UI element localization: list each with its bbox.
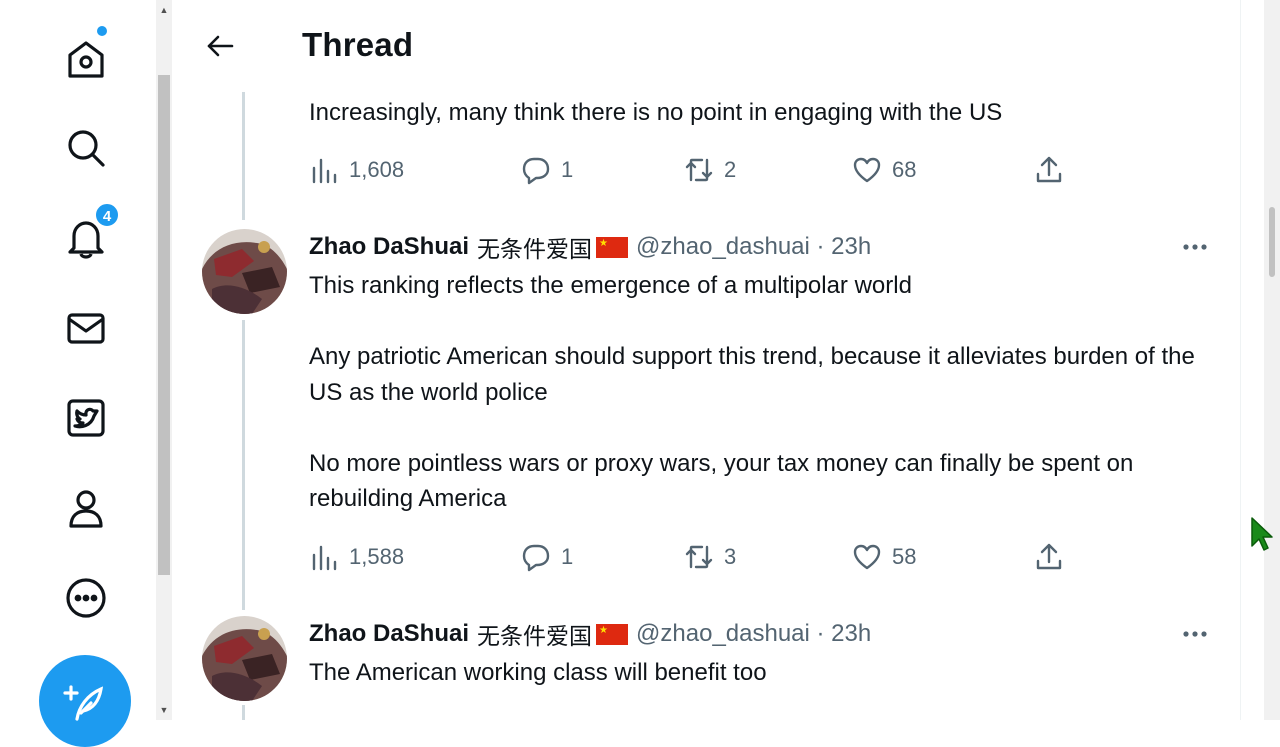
retweet-icon bbox=[685, 545, 713, 569]
tweet-more-button[interactable] bbox=[1178, 617, 1212, 651]
nav-profile[interactable] bbox=[58, 480, 114, 536]
search-icon bbox=[68, 130, 105, 167]
share-button[interactable] bbox=[1034, 150, 1074, 190]
thread-column: Increasingly, many think there is no poi… bbox=[172, 0, 1240, 720]
views-button[interactable]: 1,588 bbox=[309, 537, 404, 577]
views-chart-icon bbox=[312, 545, 337, 571]
retweet-icon bbox=[685, 158, 713, 182]
right-gutter bbox=[1240, 0, 1265, 720]
views-chart-icon bbox=[312, 158, 337, 184]
tweet-actions: 1,608 1 2 68 bbox=[309, 150, 1069, 190]
avatar[interactable] bbox=[202, 229, 287, 314]
retweet-button[interactable]: 3 bbox=[684, 537, 736, 577]
views-count: 1,608 bbox=[349, 157, 405, 182]
retweet-count: 3 bbox=[724, 544, 737, 569]
tweet-actions: 1,588 1 3 58 bbox=[309, 537, 1069, 577]
mouse-cursor-icon bbox=[1251, 517, 1273, 551]
sidebar-nav: 4 bbox=[0, 0, 156, 747]
tweet-text: The American working class will benefit … bbox=[309, 659, 767, 686]
mail-icon bbox=[67, 313, 105, 344]
nav-twitter-blue[interactable] bbox=[58, 390, 114, 446]
thread-connector bbox=[242, 90, 245, 220]
avatar[interactable] bbox=[202, 616, 287, 701]
compose-tweet-button[interactable] bbox=[39, 655, 131, 747]
nav-notifications[interactable]: 4 bbox=[58, 202, 120, 266]
retweet-button[interactable]: 2 bbox=[684, 150, 736, 190]
retweet-count: 2 bbox=[724, 157, 737, 182]
china-flag-icon: ★ bbox=[596, 623, 629, 645]
heart-icon bbox=[853, 544, 881, 570]
like-count: 68 bbox=[892, 157, 917, 182]
views-count: 1,588 bbox=[349, 544, 405, 569]
twitter-blue-icon bbox=[67, 399, 105, 437]
nav-more[interactable] bbox=[58, 570, 114, 626]
reply-count: 1 bbox=[561, 157, 574, 182]
tweet-author-row: Zhao DaShuai 无条件爱国 ★ @zhao_dashuai · 23h bbox=[309, 230, 871, 264]
scroll-up-arrow-icon[interactable]: ▲ bbox=[156, 2, 172, 18]
reply-button[interactable]: 1 bbox=[521, 537, 573, 577]
heart-icon bbox=[853, 157, 881, 183]
notification-count-badge: 4 bbox=[94, 202, 120, 228]
like-button[interactable]: 58 bbox=[852, 537, 916, 577]
more-dots-icon bbox=[1183, 631, 1207, 637]
right-scrollbar[interactable] bbox=[1264, 0, 1280, 720]
tweet-author-row: Zhao DaShuai 无条件爱国 ★ @zhao_dashuai · 23h bbox=[309, 617, 871, 651]
share-icon bbox=[1036, 543, 1062, 570]
thread-connector bbox=[242, 705, 245, 720]
more-circle-icon bbox=[66, 578, 106, 618]
back-button[interactable] bbox=[200, 26, 240, 66]
reply-icon bbox=[522, 157, 550, 185]
author-handle[interactable]: @zhao_dashuai · 23h bbox=[636, 620, 871, 648]
tweet-text: Increasingly, many think there is no poi… bbox=[309, 99, 1003, 126]
page-scrollbar-thumb[interactable] bbox=[158, 75, 170, 575]
china-flag-icon: ★ bbox=[596, 236, 629, 258]
views-button[interactable]: 1,608 bbox=[309, 150, 404, 190]
nav-home[interactable] bbox=[58, 26, 114, 86]
author-name[interactable]: Zhao DaShuai bbox=[309, 233, 469, 261]
nav-explore[interactable] bbox=[58, 120, 114, 176]
more-dots-icon bbox=[1183, 244, 1207, 250]
like-button[interactable]: 68 bbox=[852, 150, 916, 190]
scroll-down-arrow-icon[interactable]: ▼ bbox=[156, 702, 172, 718]
home-notification-dot bbox=[97, 26, 107, 36]
tweet-text: This ranking reflects the emergence of a… bbox=[309, 272, 1195, 512]
reply-count: 1 bbox=[561, 544, 574, 569]
profile-icon bbox=[69, 490, 103, 528]
author-handle[interactable]: @zhao_dashuai · 23h bbox=[636, 233, 871, 261]
compose-tweet-icon bbox=[63, 685, 104, 721]
author-name-cjk[interactable]: 无条件爱国 bbox=[477, 617, 592, 651]
reply-icon bbox=[522, 544, 550, 572]
back-arrow-icon bbox=[207, 35, 234, 57]
thread-connector bbox=[242, 320, 245, 610]
like-count: 58 bbox=[892, 544, 917, 569]
author-name-cjk[interactable]: 无条件爱国 bbox=[477, 230, 592, 264]
home-icon bbox=[68, 41, 104, 78]
avatar-image bbox=[202, 229, 287, 314]
page-title: Thread bbox=[302, 26, 414, 63]
page-scrollbar[interactable]: ▲ ▼ bbox=[156, 0, 172, 720]
share-button[interactable] bbox=[1034, 537, 1074, 577]
tweet-more-button[interactable] bbox=[1178, 230, 1212, 264]
thread-header: Thread bbox=[172, 0, 1240, 92]
right-scrollbar-thumb[interactable] bbox=[1269, 207, 1275, 277]
author-name[interactable]: Zhao DaShuai bbox=[309, 620, 469, 648]
share-icon bbox=[1036, 156, 1062, 183]
avatar-image bbox=[202, 616, 287, 701]
nav-messages[interactable] bbox=[58, 300, 114, 356]
reply-button[interactable]: 1 bbox=[521, 150, 573, 190]
